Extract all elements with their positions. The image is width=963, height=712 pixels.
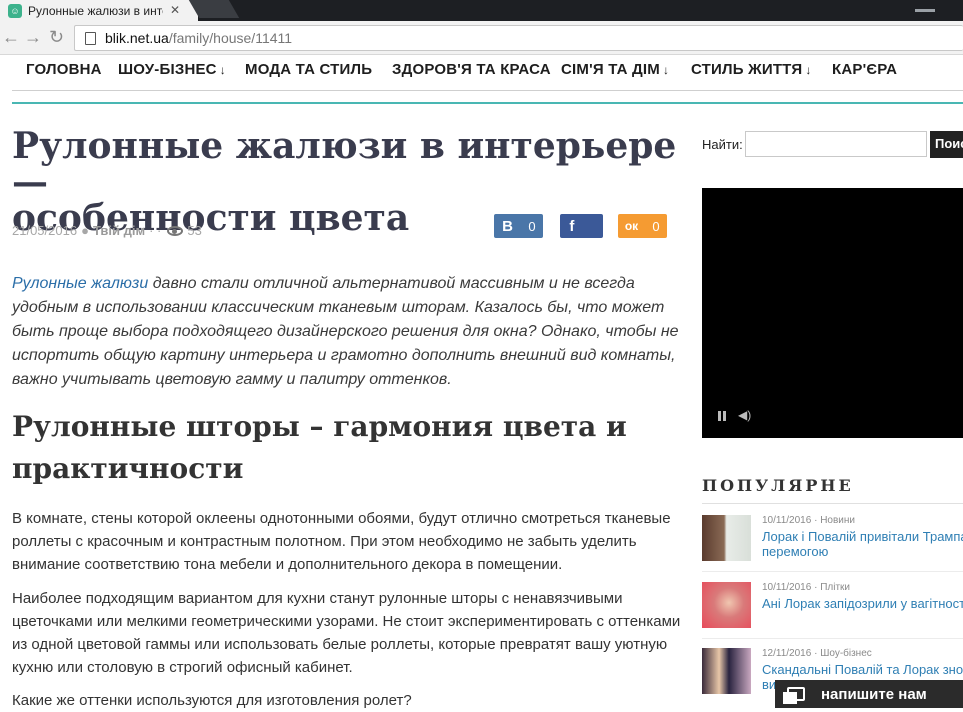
search-button[interactable]: Поиск [930,131,963,158]
browser-tab[interactable]: ☺ Рулонные жалюзи в инте ✕ [0,0,198,21]
news-meta: 10/11/2016 · Новини [762,515,855,526]
page-info-icon[interactable] [85,31,96,45]
pause-icon[interactable] [718,411,726,421]
news-meta: 10/11/2016 · Плітки [762,582,850,593]
chat-widget-button[interactable]: напишите нам [775,680,963,708]
chat-bubble-icon [783,687,805,704]
vk-icon: В [502,217,513,235]
site-navigation: ГОЛОВНА ШОУ-БІЗНЕС ↓ МОДА ТА СТИЛЬ ЗДОРОВ… [12,57,963,91]
back-arrow-icon[interactable]: ← [2,27,20,48]
dropdown-arrow-icon: ↓ [805,63,812,77]
article-category[interactable]: Твій дім [93,223,145,238]
article-paragraph: В комнате, стены которой оклеены однотон… [12,510,671,573]
share-ok-button[interactable]: ок 0 [618,214,667,238]
address-bar[interactable]: blik.net.ua /family/house/11411 [74,25,963,51]
dropdown-arrow-icon: ↓ [662,63,670,77]
forward-arrow-icon[interactable]: → [24,27,42,48]
share-vk-button[interactable]: В 0 [494,214,543,238]
search-input[interactable] [745,131,927,157]
views-count: 53 [187,223,202,238]
divider [702,571,963,572]
tab-close-icon[interactable]: ✕ [170,3,180,17]
news-title-link[interactable]: Лорак і Повалій привітали Трампа перемого… [762,529,963,559]
news-thumbnail[interactable] [702,582,751,628]
news-thumbnail[interactable] [702,515,751,561]
url-path: /family/house/11411 [168,30,293,46]
site-favicon-icon: ☺ [8,3,22,18]
nav-item-fashion[interactable]: МОДА ТА СТИЛЬ [245,61,372,78]
video-player[interactable]: ◀) [702,188,963,438]
share-facebook-button[interactable]: f [560,214,603,238]
popular-heading: ПОПУЛЯРНЕ [702,476,854,495]
views-eye-icon [167,225,184,236]
article-paragraph: Наиболее подходящим вариантом для кухни … [12,590,681,676]
article-date: 21/05/2016 [12,223,78,238]
chat-label: напишите нам [821,685,927,703]
volume-icon[interactable]: ◀) [738,408,751,422]
facebook-share-count [584,214,603,238]
meta-bullet: ● [81,223,89,238]
reload-icon[interactable]: ↻ [49,27,64,48]
nav-item-family[interactable]: СІМ'Я ТА ДІМ ↓ [561,61,669,78]
search-label: Найти: [702,137,743,152]
dropdown-arrow-icon: ↓ [219,63,226,77]
divider [12,102,963,104]
window-control-icon[interactable]: ▬▬ [915,4,935,15]
article-meta: 21/05/2016 ● Твій дім · · 53 [12,223,202,238]
tab-title: Рулонные жалюзи в инте [28,3,163,18]
lead-link[interactable]: Рулонные жалюзи [12,275,148,292]
odnoklassniki-icon: ок [624,219,639,233]
nav-item-showbiz[interactable]: ШОУ-БІЗНЕС ↓ [118,61,226,78]
section-heading: Рулонные шторы – гармония цвета и практи… [12,410,627,485]
browser-toolbar: ← → ↻ blik.net.ua /family/house/11411 [0,21,963,55]
nav-item-lifestyle[interactable]: СТИЛЬ ЖИТТЯ ↓ [691,61,812,78]
ok-share-count: 0 [652,218,660,234]
divider [702,638,963,639]
divider [702,503,963,504]
news-meta: 12/11/2016 · Шоу-бізнес [762,648,872,659]
vk-share-count: 0 [528,218,536,234]
news-title-link[interactable]: Ані Лорак запідозрили у вагітності [762,596,963,611]
url-domain: blik.net.ua [105,30,169,46]
facebook-icon: f [569,217,575,235]
nav-item-career[interactable]: КАР'ЄРА [832,61,897,78]
nav-item-health[interactable]: ЗДОРОВ'Я ТА КРАСА [392,61,551,78]
article-lead: Рулонные жалюзи давно стали отличной аль… [12,275,679,388]
article-paragraph: Какие же оттенки используются для изгото… [12,692,412,709]
browser-tab-bar: ☺ Рулонные жалюзи в инте ✕ ▬▬ [0,0,963,21]
nav-item-home[interactable]: ГОЛОВНА [26,61,102,78]
meta-dots: · · [149,223,162,238]
news-thumbnail[interactable] [702,648,751,694]
